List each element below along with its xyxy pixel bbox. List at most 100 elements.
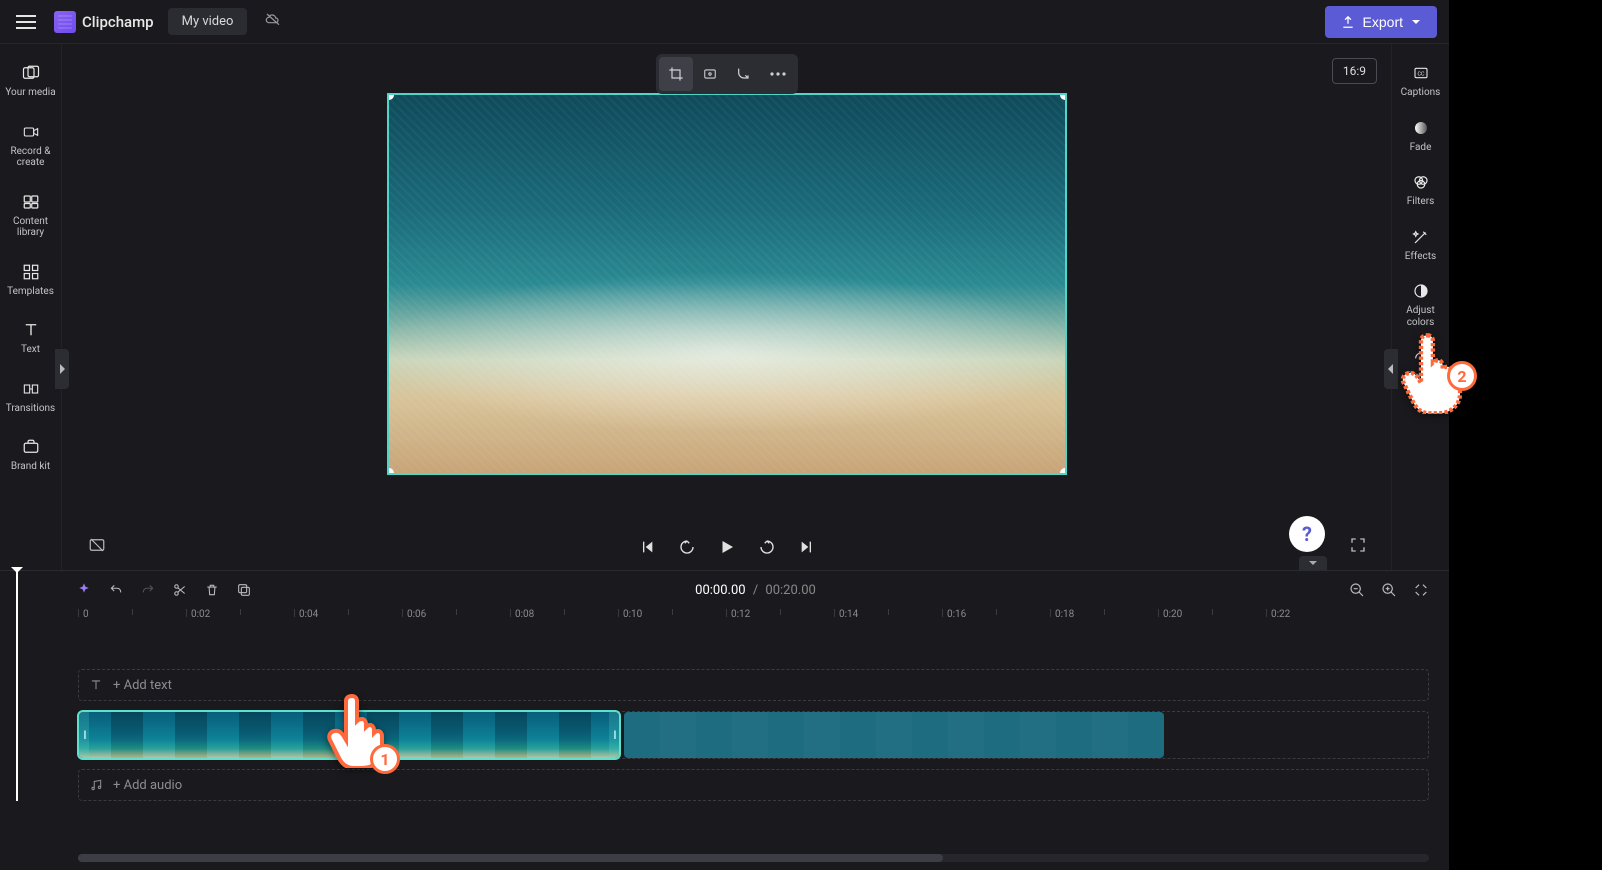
- ruler-tick: 0:04: [294, 609, 318, 617]
- upload-icon: [1341, 15, 1355, 29]
- resize-handle-bl[interactable]: [387, 468, 394, 475]
- fwd-10-button[interactable]: [756, 538, 778, 556]
- sidebar-item-brand-kit[interactable]: Brand kit: [3, 430, 59, 481]
- ruler-tick: 0:12: [726, 609, 750, 617]
- app-frame: Clipchamp My video Export Your media Rec…: [0, 0, 1449, 870]
- chevron-down-icon: [1411, 17, 1421, 27]
- down-collapse[interactable]: [1299, 556, 1327, 570]
- preview-clip[interactable]: [387, 93, 1067, 475]
- hide-preview-button[interactable]: [86, 536, 108, 558]
- brand-name: Clipchamp: [82, 13, 154, 31]
- canvas-toolbar: [656, 54, 798, 94]
- media-icon: [5, 62, 57, 84]
- add-text-track[interactable]: + Add text: [78, 669, 1429, 701]
- split-button[interactable]: [170, 582, 190, 598]
- sidebar-item-label: Record & create: [5, 146, 57, 169]
- more-icon: [770, 72, 786, 76]
- delete-button[interactable]: [202, 582, 222, 598]
- export-button[interactable]: Export: [1325, 6, 1437, 38]
- timeline-scrollbar[interactable]: [78, 854, 1429, 862]
- zoom-in-button[interactable]: [1379, 582, 1399, 598]
- project-title[interactable]: My video: [168, 8, 248, 35]
- preview-area: [62, 44, 1391, 524]
- timeline-ruler[interactable]: 00:020:040:060:080:100:120:140:160:180:2…: [62, 609, 1449, 633]
- music-icon: [89, 778, 103, 792]
- menu-button[interactable]: [12, 8, 40, 36]
- chevron-left-icon: [1387, 363, 1395, 375]
- right-item-label: Speed: [1397, 371, 1445, 383]
- right-rail-collapse[interactable]: [1384, 349, 1398, 389]
- playback-bar: [62, 524, 1391, 570]
- timeline-panel: 00:00.00 / 00:20.00 00:020:040:060:080:1…: [0, 570, 1449, 870]
- pip-button[interactable]: [727, 57, 761, 91]
- help-button[interactable]: ?: [1289, 516, 1325, 552]
- timeline-toolbar: 00:00.00 / 00:20.00: [62, 571, 1449, 609]
- library-icon: [5, 191, 57, 213]
- right-item-speed[interactable]: Speed: [1395, 340, 1447, 391]
- sidebar-item-label: Content library: [5, 216, 57, 239]
- sidebar-item-label: Transitions: [5, 403, 57, 415]
- zoom-out-button[interactable]: [1347, 582, 1367, 598]
- filters-icon: [1397, 171, 1445, 193]
- right-item-label: Filters: [1397, 196, 1445, 208]
- cloud-off-icon[interactable]: [263, 12, 283, 32]
- ruler-minor-tick: [456, 609, 457, 615]
- ruler-minor-tick: [996, 609, 997, 615]
- ruler-minor-tick: [888, 609, 889, 615]
- left-rail: Your media Record & create Content libra…: [0, 44, 62, 570]
- ruler-minor-tick: [1104, 609, 1105, 615]
- fit-button[interactable]: [693, 57, 727, 91]
- video-track[interactable]: || ||: [78, 711, 1429, 759]
- sidebar-item-content-library[interactable]: Content library: [3, 185, 59, 247]
- zoom-fit-button[interactable]: [1411, 582, 1431, 598]
- ruler-minor-tick: [780, 609, 781, 615]
- sidebar-item-text[interactable]: Text: [3, 313, 59, 364]
- right-item-fade[interactable]: Fade: [1395, 111, 1447, 162]
- adjust-colors-icon: [1397, 280, 1445, 302]
- right-item-adjust-colors[interactable]: Adjust colors: [1395, 274, 1447, 336]
- export-label: Export: [1363, 14, 1403, 30]
- back-10-button[interactable]: [676, 538, 698, 556]
- brandkit-icon: [5, 436, 57, 458]
- more-button[interactable]: [761, 57, 795, 91]
- image-off-icon: [86, 536, 108, 554]
- right-item-filters[interactable]: Filters: [1395, 165, 1447, 216]
- add-audio-label: + Add audio: [113, 778, 182, 793]
- right-item-captions[interactable]: CC Captions: [1395, 56, 1447, 107]
- fullscreen-button[interactable]: [1349, 536, 1367, 558]
- current-time: 00:00.00: [695, 583, 745, 598]
- clip-2[interactable]: [624, 712, 1164, 758]
- ruler-minor-tick: [1212, 609, 1213, 615]
- clip-trim-right[interactable]: ||: [609, 712, 619, 758]
- ai-button[interactable]: [74, 582, 94, 598]
- add-audio-track[interactable]: + Add audio: [78, 769, 1429, 801]
- sidebar-item-your-media[interactable]: Your media: [3, 56, 59, 107]
- resize-handle-tl[interactable]: [387, 93, 394, 100]
- redo-button[interactable]: [138, 583, 158, 597]
- add-text-label: + Add text: [113, 678, 172, 693]
- playhead[interactable]: [16, 571, 18, 801]
- canvas-area: 16:9 ?: [62, 44, 1391, 570]
- sidebar-item-templates[interactable]: Templates: [3, 255, 59, 306]
- timeline-scrollbar-thumb[interactable]: [78, 854, 943, 862]
- ruler-tick: 0:02: [186, 609, 210, 617]
- fade-icon: [1397, 117, 1445, 139]
- captions-icon: CC: [1397, 62, 1445, 84]
- clip-trim-left[interactable]: ||: [79, 712, 89, 758]
- tracks: + Add text || || + Add audio: [62, 633, 1449, 801]
- effects-icon: [1397, 226, 1445, 248]
- right-item-effects[interactable]: Effects: [1395, 220, 1447, 271]
- main-area: Your media Record & create Content libra…: [0, 44, 1449, 570]
- sidebar-item-record-create[interactable]: Record & create: [3, 115, 59, 177]
- resize-handle-tr[interactable]: [1060, 93, 1067, 100]
- play-button[interactable]: [716, 538, 738, 556]
- undo-button[interactable]: [106, 583, 126, 597]
- total-time: 00:20.00: [765, 583, 815, 598]
- duplicate-button[interactable]: [234, 582, 254, 598]
- skip-start-button[interactable]: [636, 539, 658, 555]
- sidebar-item-transitions[interactable]: Transitions: [3, 372, 59, 423]
- skip-end-button[interactable]: [796, 539, 818, 555]
- crop-button[interactable]: [659, 57, 693, 91]
- clip-1-selected[interactable]: || ||: [79, 712, 619, 758]
- resize-handle-br[interactable]: [1060, 468, 1067, 475]
